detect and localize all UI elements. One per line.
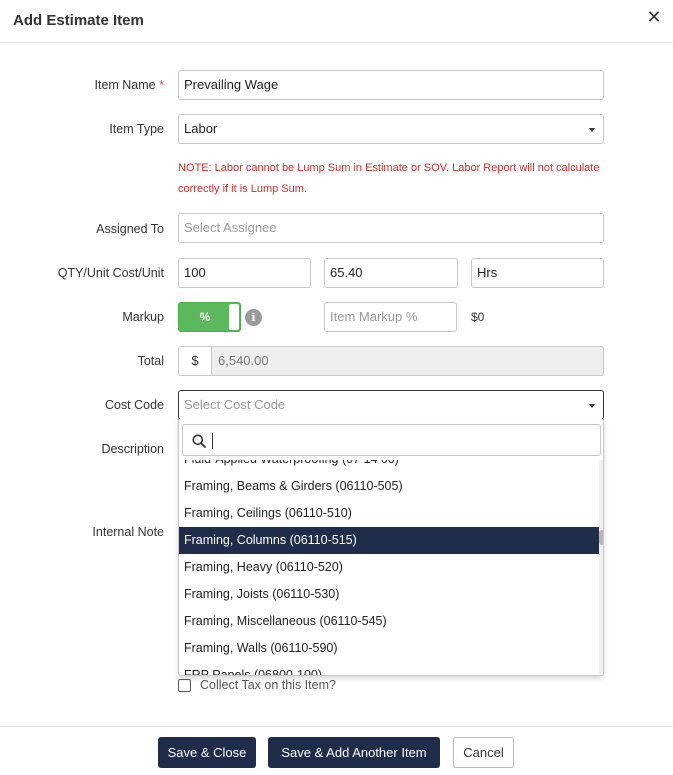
item-name-label: Item Name * [94,78,165,92]
collect-tax-label: Collect Tax on this Item? [200,678,336,692]
currency-addon: $ [179,347,212,375]
collect-tax-checkbox[interactable] [178,679,191,692]
internal-note-label: Internal Note [92,525,164,539]
save-add-another-button[interactable]: Save & Add Another Item [268,737,440,768]
cost-code-dropdown: Fluid-Applied Waterproofing (07 14 00) F… [178,419,604,676]
assigned-to-label: Assigned To [96,222,164,236]
cost-code-option[interactable]: Framing, Ceilings (06110-510) [179,500,599,527]
text-cursor [212,433,213,449]
qty-input[interactable]: 100 [178,258,311,288]
item-type-value: Labor [184,121,218,136]
cost-code-option[interactable]: Framing, Beams & Girders (06110-505) [179,473,599,500]
item-name-input[interactable]: Prevailing Wage [178,70,604,100]
cost-code-option[interactable]: Framing, Miscellaneous (06110-545) [179,608,599,635]
labor-note: NOTE: Labor cannot be Lump Sum in Estima… [178,162,600,195]
info-icon[interactable]: i [245,309,262,326]
item-markup-input[interactable]: Item Markup % [324,302,457,332]
cost-code-option[interactable]: Framing, Heavy (06110-520) [179,554,599,581]
total-field: $ 6,540.00 [178,346,604,376]
markup-label: Markup [122,310,164,324]
save-close-button[interactable]: Save & Close [158,737,256,768]
percent-label: % [199,310,211,324]
cost-code-option[interactable]: Fluid-Applied Waterproofing (07 14 00) [179,460,599,473]
dropdown-scrollbar[interactable] [599,460,603,675]
cost-code-option[interactable]: Framing, Walls (06110-590) [179,635,599,662]
unit-cost-input[interactable]: 65.40 [324,258,458,288]
modal-header: Add Estimate Item ✕ [0,0,673,43]
cost-code-option-highlighted[interactable]: Framing, Columns (06110-515) [179,527,599,554]
cost-code-label: Cost Code [104,398,164,412]
search-icon [192,434,206,448]
markup-amount: $0 [471,310,485,324]
markup-placeholder: Item Markup % [330,309,418,324]
total-value: 6,540.00 [218,353,269,368]
modal-title: Add Estimate Item [13,12,144,29]
caret-down-icon [589,404,595,408]
modal-footer: Save & Close Save & Add Another Item Can… [0,726,673,775]
cost-code-option[interactable]: FRP Panels (06800-100) [179,662,599,675]
cost-code-select[interactable]: Select Cost Code [178,390,604,420]
cost-code-option-list: Fluid-Applied Waterproofing (07 14 00) F… [179,460,599,675]
caret-down-icon [589,128,595,132]
close-icon[interactable]: ✕ [646,8,662,26]
cost-code-search-input[interactable] [182,424,601,456]
item-type-select[interactable]: Labor [178,114,604,144]
unit-input[interactable]: Hrs [471,258,604,288]
cost-code-option[interactable]: Framing, Joists (06110-530) [179,581,599,608]
item-type-label: Item Type [109,122,164,136]
total-label: Total [137,354,164,368]
assignee-select[interactable]: Select Assignee [178,213,604,243]
cancel-button[interactable]: Cancel [453,737,514,768]
cost-code-placeholder: Select Cost Code [184,397,286,412]
required-asterisk: * [159,78,164,92]
markup-type-toggle[interactable]: % [178,302,241,332]
scrollbar-thumb[interactable] [599,530,603,545]
description-label: Description [101,442,164,456]
qty-cost-unit-label: QTY/Unit Cost/Unit [57,266,164,280]
assignee-placeholder: Select Assignee [184,220,277,235]
toggle-knob [229,304,239,330]
